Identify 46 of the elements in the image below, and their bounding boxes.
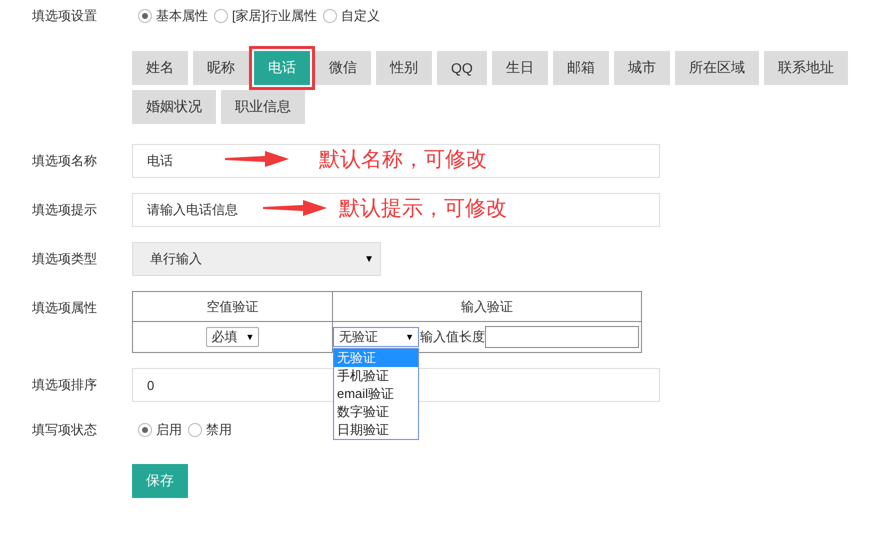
radio-label[interactable]: [家居]行业属性 (232, 7, 318, 25)
field-tab[interactable]: 生日 (492, 51, 548, 85)
dropdown-option[interactable]: email验证 (334, 385, 418, 403)
input-field[interactable]: 电话 默认名称，可修改 (132, 144, 660, 178)
annotation-text: 默认提示，可修改 (339, 195, 507, 222)
column-header: 空值验证 (133, 292, 333, 322)
field-tab[interactable]: 微信 (315, 51, 371, 85)
field-label: 填选项属性 (32, 300, 98, 316)
radio-label[interactable]: 自定义 (341, 7, 380, 25)
validation-dropdown[interactable]: 无验证 ▼ (333, 327, 419, 347)
dropdown-option[interactable]: 手机验证 (334, 367, 418, 385)
field-label: 填选项设置 (32, 8, 98, 24)
field-tab[interactable]: 邮箱 (552, 51, 609, 85)
radio-button[interactable] (138, 9, 152, 23)
field-label: 填选项排序 (32, 377, 98, 393)
dropdown-option[interactable]: 日期验证 (334, 421, 418, 439)
annotation-text: 默认名称，可修改 (319, 146, 487, 173)
radio-button[interactable] (214, 9, 228, 23)
field-label: 输入值长度 (420, 328, 485, 346)
field-tab[interactable]: 昵称 (193, 51, 249, 85)
field-tab[interactable]: 职业信息 (221, 90, 305, 124)
type-dropdown[interactable]: 单行输入 ▼ (132, 242, 381, 276)
field-tab[interactable]: 城市 (614, 51, 670, 85)
arrow-icon (263, 200, 327, 216)
input-field[interactable]: 请输入电话信息 默认提示，可修改 (132, 193, 660, 227)
field-tab[interactable]: QQ (437, 51, 487, 85)
field-tab[interactable]: 婚姻状况 (132, 90, 216, 124)
length-input[interactable] (485, 326, 639, 348)
column-header: 输入验证 (333, 292, 641, 322)
radio-button[interactable] (323, 9, 338, 23)
field-label: 填选项类型 (32, 251, 98, 267)
radio-label[interactable]: 启用 (156, 421, 182, 439)
field-label: 填写项状态 (32, 422, 98, 438)
radio-label[interactable]: 基本属性 (156, 7, 208, 25)
field-tab[interactable]: 联系地址 (764, 51, 848, 85)
required-dropdown[interactable]: 必填 ▼ (206, 327, 260, 347)
field-label: 填选项提示 (32, 202, 98, 218)
dropdown-option[interactable]: 数字验证 (334, 403, 418, 421)
radio-button[interactable] (188, 423, 202, 437)
field-tab[interactable]: 性别 (376, 51, 432, 85)
field-label: 填选项名称 (32, 153, 98, 169)
radio-button[interactable] (138, 423, 152, 437)
field-tab[interactable]: 所在区域 (674, 51, 759, 85)
radio-label[interactable]: 禁用 (206, 421, 232, 439)
arrow-icon (225, 151, 289, 167)
field-tab[interactable]: 姓名 (132, 51, 188, 85)
